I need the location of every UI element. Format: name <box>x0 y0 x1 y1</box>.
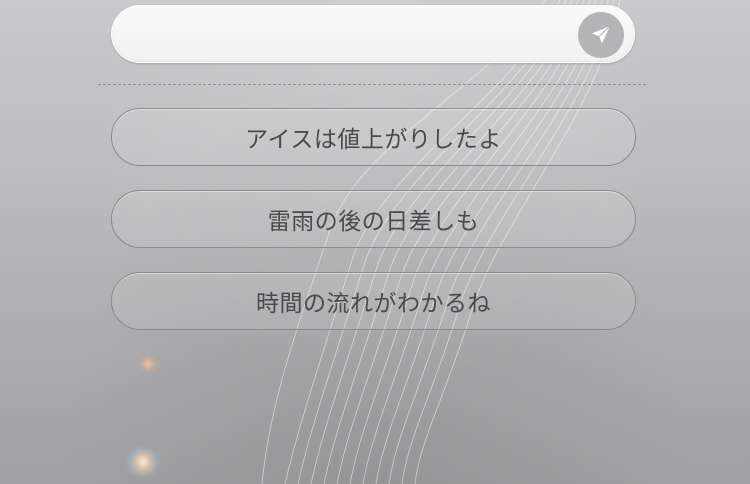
message-composer <box>111 5 635 63</box>
reply-option-2[interactable]: 雷雨の後の日差しも <box>111 190 636 248</box>
reply-option-1[interactable]: アイスは値上がりしたよ <box>111 108 636 166</box>
divider <box>98 84 646 85</box>
lens-flare <box>140 356 156 372</box>
send-button[interactable] <box>578 12 624 58</box>
lens-flare <box>126 448 160 476</box>
reply-option-label: 雷雨の後の日差しも <box>267 209 480 235</box>
reply-option-3[interactable]: 時間の流れがわかるね <box>111 272 636 330</box>
message-input[interactable] <box>136 18 560 52</box>
reply-option-label: アイスは値上がりしたよ <box>245 127 502 153</box>
paper-plane-icon <box>592 25 611 44</box>
reply-option-label: 時間の流れがわかるね <box>256 291 491 317</box>
